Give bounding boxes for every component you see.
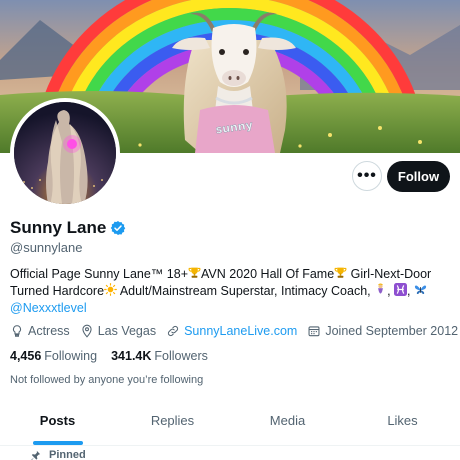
- trophy-icon: [188, 266, 201, 283]
- followers-count: 341.4K: [111, 349, 152, 363]
- verified-badge-icon[interactable]: [110, 220, 126, 236]
- bio-line-1: Official Page Sunny Lane™ 18+ AVN 2020 Ha…: [10, 266, 455, 283]
- tab-label: Posts: [39, 413, 76, 428]
- profile-name-row: Sunny Lane: [10, 218, 126, 238]
- genie-icon: [374, 283, 387, 300]
- avatar[interactable]: [10, 98, 120, 208]
- following-count: 4,456: [10, 349, 42, 363]
- calendar-icon: [308, 326, 320, 337]
- joined-item: Joined September 2012: [307, 324, 458, 338]
- profession-label: Actress: [28, 324, 70, 338]
- tab-likes[interactable]: Likes: [345, 396, 460, 445]
- bio-text: Official Page Sunny Lane™ 18+: [10, 267, 189, 281]
- bio-mention-link[interactable]: @Nexxxtlevel: [10, 300, 455, 316]
- location-label: Las Vegas: [97, 324, 157, 338]
- trophy-icon: [334, 266, 347, 283]
- bio-text: ,: [387, 284, 395, 298]
- tab-media[interactable]: Media: [230, 396, 345, 445]
- avatar-image: [14, 102, 116, 204]
- profile-tabs: Posts Replies Media Likes: [0, 396, 460, 446]
- website-item[interactable]: SunnyLaneLive.com: [166, 324, 297, 338]
- location-item: Las Vegas: [80, 324, 156, 338]
- follow-button[interactable]: Follow: [387, 161, 450, 192]
- bio-text: ,: [407, 284, 414, 298]
- profile-bio: Official Page Sunny Lane™ 18+ AVN 2020 Ha…: [10, 266, 455, 316]
- profile-meta-row: Actress Las Vegas SunnyLaneLive.com Join…: [10, 324, 460, 338]
- butterfly-icon: [414, 283, 427, 300]
- professional-category-icon: [12, 325, 22, 337]
- profession-item: Actress: [10, 324, 70, 338]
- following-label: Following: [44, 349, 98, 363]
- followers-link[interactable]: 341.4K Followers: [111, 349, 208, 363]
- location-pin-icon: [82, 324, 92, 338]
- tab-posts[interactable]: Posts: [0, 396, 115, 445]
- follow-button-label: Follow: [397, 169, 440, 184]
- pinned-indicator: Pinned: [30, 449, 86, 460]
- followers-label: Followers: [154, 349, 208, 363]
- pin-icon: [31, 450, 41, 460]
- bio-line-2: Turned Hardcore Adult/Mainstream Superst…: [10, 283, 455, 300]
- more-options-button[interactable]: •••: [352, 161, 382, 191]
- display-name: Sunny Lane: [10, 218, 107, 237]
- follow-counts: 4,456 Following 341.4K Followers: [10, 349, 222, 363]
- tab-replies[interactable]: Replies: [115, 396, 230, 445]
- bio-text: Turned Hardcore: [10, 284, 105, 298]
- sun-icon: [104, 283, 117, 300]
- mutual-followers-note: Not followed by anyone you’re following: [10, 374, 204, 386]
- profile-handle: @sunnylane: [10, 240, 83, 255]
- tab-label: Likes: [387, 413, 418, 428]
- bio-text: Adult/Mainstream Superstar, Intimacy Coa…: [117, 284, 375, 298]
- pinned-label: Pinned: [49, 449, 86, 460]
- bio-text: Girl-Next-Door: [347, 267, 432, 281]
- pisces-icon: [394, 283, 408, 300]
- website-link[interactable]: SunnyLaneLive.com: [184, 324, 297, 338]
- tab-label: Media: [269, 413, 306, 428]
- active-tab-indicator: [32, 441, 83, 445]
- bio-text: AVN 2020 Hall Of Fame: [201, 267, 335, 281]
- link-icon: [168, 325, 179, 337]
- more-icon: •••: [357, 167, 377, 184]
- tab-label: Replies: [150, 413, 195, 428]
- following-link[interactable]: 4,456 Following: [10, 349, 97, 363]
- joined-label: Joined September 2012: [325, 324, 459, 338]
